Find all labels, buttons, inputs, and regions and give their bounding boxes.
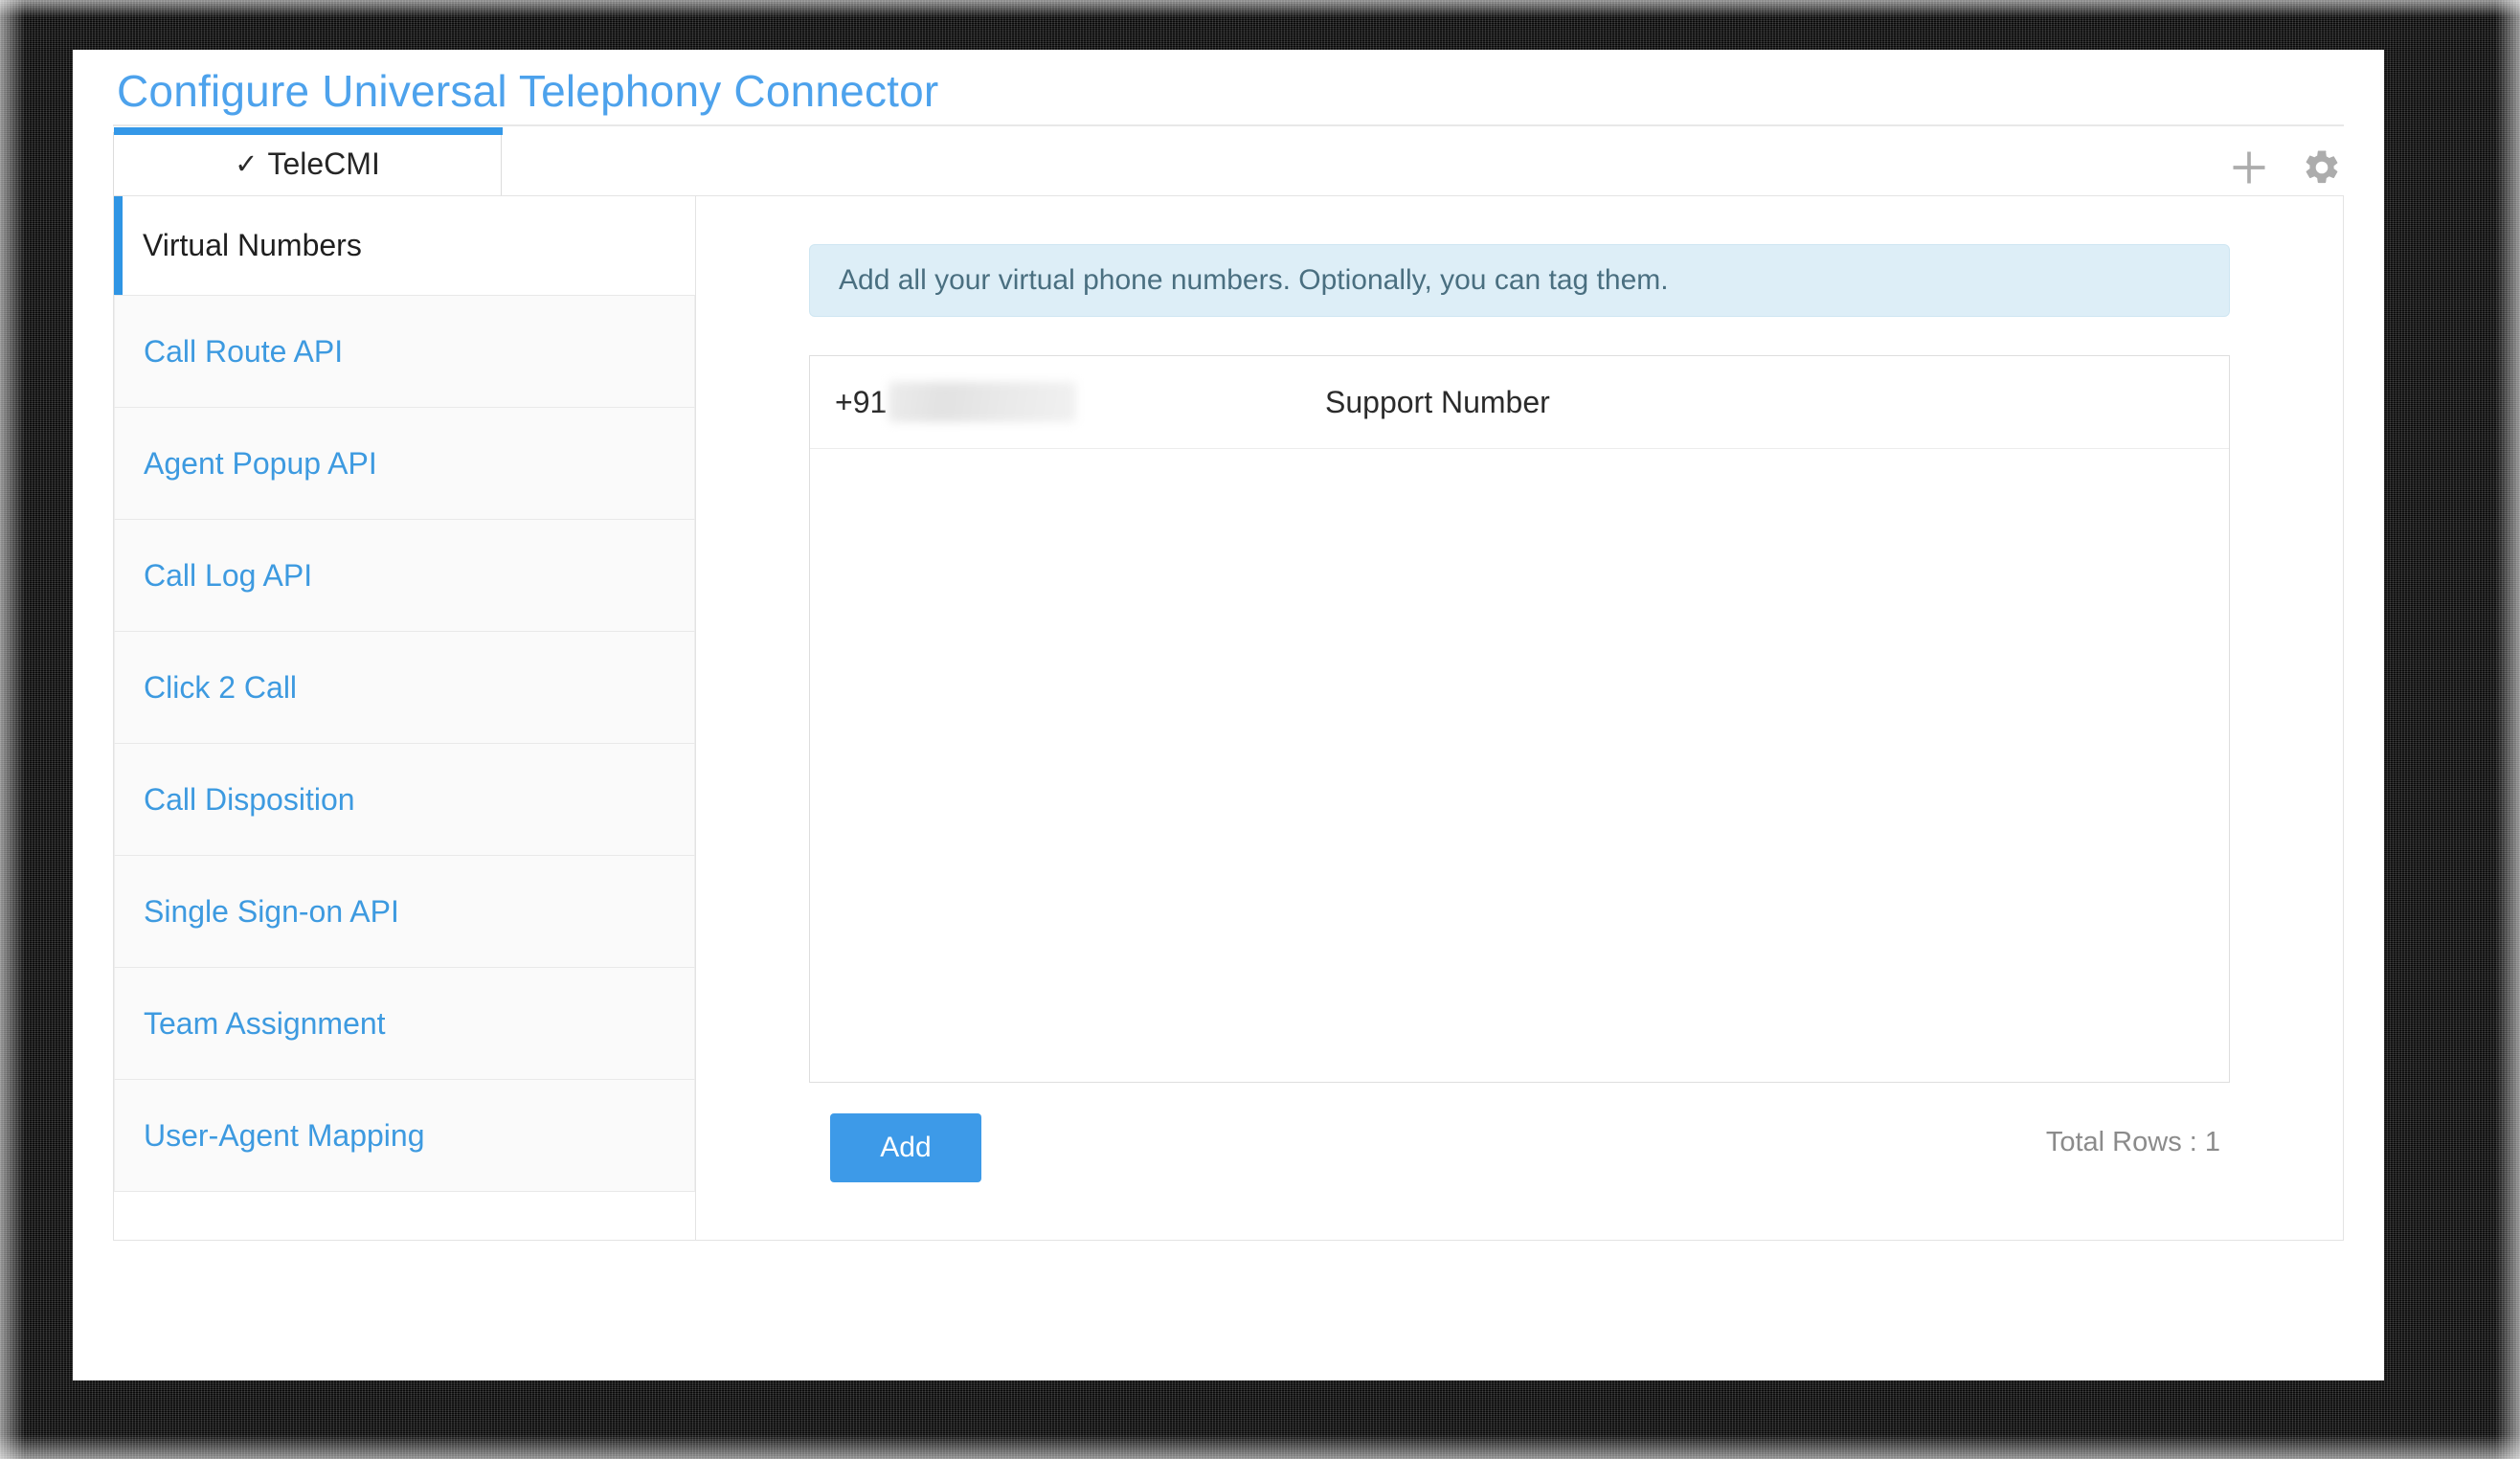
connector-settings-container: Virtual Numbers Call Route API Agent Pop… <box>113 195 2344 1241</box>
tab-strip: ✓ TeleCMI <box>113 127 2344 195</box>
total-rows-label: Total Rows : 1 <box>2045 1127 2220 1157</box>
sidebar-item-agent-popup-api[interactable]: Agent Popup API <box>114 408 695 520</box>
sidebar-item-call-log-api[interactable]: Call Log API <box>114 520 695 632</box>
sidebar-item-label: Team Assignment <box>144 1005 386 1041</box>
sidebar-item-single-sign-on-api[interactable]: Single Sign-on API <box>114 856 695 968</box>
sidebar-item-virtual-numbers[interactable]: Virtual Numbers <box>114 196 695 296</box>
sidebar-item-label: Call Route API <box>144 333 344 369</box>
sidebar-item-call-route-api[interactable]: Call Route API <box>114 296 695 408</box>
configuration-page-card: Configure Universal Telephony Connector … <box>73 50 2384 1380</box>
settings-gear-icon[interactable] <box>2300 146 2344 190</box>
sidebar-item-label: Call Disposition <box>144 781 355 817</box>
sidebar-item-click-2-call[interactable]: Click 2 Call <box>114 632 695 744</box>
add-button[interactable]: Add <box>830 1113 981 1182</box>
page-title: Configure Universal Telephony Connector <box>117 66 939 116</box>
sidebar-item-call-disposition[interactable]: Call Disposition <box>114 744 695 856</box>
add-tab-icon[interactable] <box>2227 146 2271 190</box>
virtual-numbers-table: +91 Support Number <box>809 355 2230 1083</box>
sidebar-nav: Virtual Numbers Call Route API Agent Pop… <box>114 196 696 1240</box>
number-prefix: +91 <box>835 384 888 419</box>
sidebar-item-label: Agent Popup API <box>144 445 377 481</box>
sidebar-item-label: Call Log API <box>144 557 313 593</box>
title-divider <box>113 124 2344 126</box>
sidebar-item-label: Single Sign-on API <box>144 893 399 929</box>
info-banner-text: Add all your virtual phone numbers. Opti… <box>839 264 1669 296</box>
table-cell-tag: Support Number <box>1325 384 1550 419</box>
sidebar-item-label: Click 2 Call <box>144 669 298 705</box>
tab-actions <box>2227 146 2344 190</box>
table-row[interactable]: +91 Support Number <box>810 356 2229 449</box>
table-footer: Add Total Rows : 1 <box>809 1106 2230 1201</box>
sidebar-item-user-agent-mapping[interactable]: User-Agent Mapping <box>114 1080 695 1192</box>
sidebar-item-label: Virtual Numbers <box>143 228 362 262</box>
info-banner: Add all your virtual phone numbers. Opti… <box>809 244 2230 317</box>
check-icon: ✓ <box>235 148 259 180</box>
tab-active-accent-bar <box>114 127 503 135</box>
tab-telecmi[interactable]: ✓ TeleCMI <box>113 127 503 195</box>
sidebar-item-label: User-Agent Mapping <box>144 1117 425 1153</box>
screenshot-outer-frame: Configure Universal Telephony Connector … <box>0 0 2520 1459</box>
tab-telecmi-label: TeleCMI <box>267 146 380 181</box>
redacted-number-mask <box>889 382 1077 422</box>
content-pane: Add all your virtual phone numbers. Opti… <box>696 196 2343 1240</box>
table-cell-number: +91 <box>835 382 1077 422</box>
sidebar-item-team-assignment[interactable]: Team Assignment <box>114 968 695 1080</box>
